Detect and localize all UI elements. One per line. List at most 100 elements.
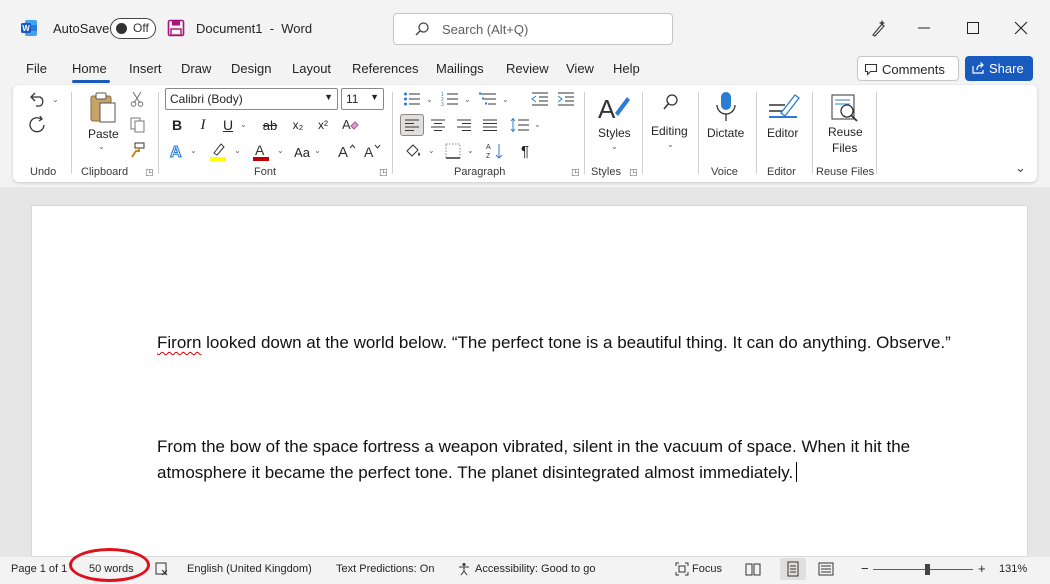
text-effects-dropdown-icon[interactable]: ⌄ — [190, 146, 197, 155]
font-color-dropdown-icon[interactable]: ⌄ — [277, 146, 284, 155]
editing-dropdown-icon: ⌄ — [667, 140, 674, 149]
share-button[interactable]: Share — [965, 56, 1033, 81]
align-right-icon[interactable] — [454, 116, 474, 134]
designer-icon[interactable] — [864, 14, 892, 42]
bullets-icon[interactable] — [402, 90, 422, 108]
tab-home[interactable]: Home — [72, 61, 107, 76]
redo-icon[interactable] — [28, 116, 48, 134]
format-painter-icon[interactable] — [128, 141, 146, 159]
tab-help[interactable]: Help — [613, 61, 640, 76]
print-layout-button[interactable] — [780, 558, 806, 580]
zoom-level[interactable]: 131% — [999, 563, 1027, 575]
focus-mode[interactable]: Focus — [692, 563, 722, 575]
undo-icon[interactable] — [28, 90, 48, 108]
font-name-value: Calibri (Body) — [170, 92, 243, 106]
change-case-dropdown-icon[interactable]: ⌄ — [314, 146, 321, 155]
paragraph-launcher-icon[interactable]: ◳ — [571, 167, 580, 178]
clipboard-launcher-icon[interactable]: ◳ — [145, 167, 154, 178]
line-spacing-dropdown-icon[interactable]: ⌄ — [534, 120, 541, 129]
multilevel-dropdown-icon[interactable]: ⌄ — [502, 95, 509, 104]
tab-review[interactable]: Review — [506, 61, 549, 76]
document-title: Document1 - Word — [196, 21, 313, 36]
tab-mailings[interactable]: Mailings — [436, 61, 484, 76]
multilevel-list-icon[interactable] — [478, 90, 498, 108]
align-left-button[interactable] — [400, 114, 424, 136]
minimize-icon[interactable] — [910, 14, 938, 42]
show-formatting-marks-icon[interactable]: ¶ — [515, 141, 535, 161]
autosave-toggle[interactable]: Off — [110, 18, 156, 39]
bullets-dropdown-icon[interactable]: ⌄ — [426, 95, 433, 104]
borders-dropdown-icon[interactable]: ⌄ — [467, 146, 474, 155]
document-paragraph[interactable]: From the bow of the space fortress a wea… — [157, 434, 977, 486]
line-spacing-icon[interactable] — [509, 116, 531, 134]
numbering-dropdown-icon[interactable]: ⌄ — [464, 95, 471, 104]
italic-button[interactable]: I — [194, 116, 212, 134]
underline-button[interactable]: U — [219, 116, 237, 134]
ribbon-collapse-chevron-icon[interactable]: ⌄ — [1015, 160, 1026, 176]
editing-button[interactable]: Editing ⌄ — [648, 90, 692, 156]
subscript-button[interactable]: x₂ — [288, 116, 308, 134]
zoom-in-icon[interactable]: + — [978, 561, 986, 576]
font-size-select[interactable]: 11 ▼ — [341, 88, 384, 110]
bold-button[interactable]: B — [168, 116, 186, 134]
font-name-select[interactable]: Calibri (Body) ▼ — [165, 88, 338, 110]
tab-draw[interactable]: Draw — [181, 61, 211, 76]
page-count[interactable]: Page 1 of 1 — [11, 563, 67, 575]
decrease-indent-icon[interactable] — [530, 90, 550, 108]
web-layout-icon[interactable] — [818, 561, 834, 577]
language-status[interactable]: English (United Kingdom) — [187, 563, 312, 575]
save-icon[interactable] — [167, 19, 185, 37]
highlight-color-icon[interactable] — [207, 141, 229, 161]
reuse-files-button[interactable]: Reuse Files — [822, 90, 868, 156]
close-icon[interactable] — [1007, 14, 1035, 42]
borders-icon[interactable] — [443, 141, 463, 161]
text-effects-icon[interactable]: A — [167, 141, 187, 161]
tab-view[interactable]: View — [566, 61, 594, 76]
dictate-button[interactable]: Dictate — [703, 90, 749, 146]
zoom-slider-thumb[interactable] — [925, 564, 930, 575]
shading-dropdown-icon[interactable]: ⌄ — [428, 146, 435, 155]
proofing-icon[interactable] — [155, 562, 169, 576]
read-mode-icon[interactable] — [745, 561, 761, 577]
underline-dropdown-icon[interactable]: ⌄ — [240, 120, 247, 129]
text-predictions-status[interactable]: Text Predictions: On — [336, 563, 434, 575]
tab-file[interactable]: File — [26, 61, 47, 76]
font-launcher-icon[interactable]: ◳ — [379, 167, 388, 178]
change-case-button[interactable]: Aa — [291, 143, 313, 161]
cut-icon[interactable] — [128, 90, 146, 108]
styles-launcher-icon[interactable]: ◳ — [629, 167, 638, 178]
shrink-font-icon[interactable]: A — [363, 141, 383, 161]
editor-button[interactable]: Editor — [762, 90, 806, 146]
misspelled-word[interactable]: Firorn — [157, 333, 201, 352]
zoom-out-icon[interactable]: − — [861, 561, 869, 576]
active-tab-indicator — [72, 80, 110, 83]
accessibility-status[interactable]: Accessibility: Good to go — [475, 563, 595, 575]
align-center-icon[interactable] — [428, 116, 448, 134]
document-paragraph[interactable]: Firorn looked down at the world below. “… — [157, 330, 977, 356]
sort-icon[interactable]: AZ — [485, 141, 505, 161]
zoom-slider[interactable] — [873, 569, 973, 570]
tab-layout[interactable]: Layout — [292, 61, 331, 76]
styles-button[interactable]: A Styles ⌄ — [592, 90, 636, 156]
clear-formatting-icon[interactable]: A — [340, 115, 360, 135]
maximize-icon[interactable] — [959, 14, 987, 42]
strikethrough-button[interactable]: ab — [259, 116, 281, 134]
tab-design[interactable]: Design — [231, 61, 271, 76]
group-label-editor: Editor — [767, 166, 796, 178]
search-box[interactable]: Search (Alt+Q) — [393, 13, 673, 45]
tab-references[interactable]: References — [352, 61, 418, 76]
font-color-icon[interactable]: A — [250, 141, 272, 161]
numbering-icon[interactable]: 123 — [440, 90, 460, 108]
document-page[interactable] — [31, 205, 1028, 557]
highlight-dropdown-icon[interactable]: ⌄ — [234, 146, 241, 155]
justify-icon[interactable] — [480, 116, 500, 134]
comments-button[interactable]: Comments — [857, 56, 959, 81]
undo-dropdown-icon[interactable]: ⌄ — [52, 95, 59, 104]
increase-indent-icon[interactable] — [556, 90, 576, 108]
copy-icon[interactable] — [128, 116, 146, 134]
tab-insert[interactable]: Insert — [129, 61, 162, 76]
shading-icon[interactable] — [402, 141, 424, 161]
grow-font-icon[interactable]: A — [337, 141, 357, 161]
superscript-button[interactable]: x² — [313, 116, 333, 134]
paste-button[interactable]: Paste ⌄ — [84, 90, 122, 154]
